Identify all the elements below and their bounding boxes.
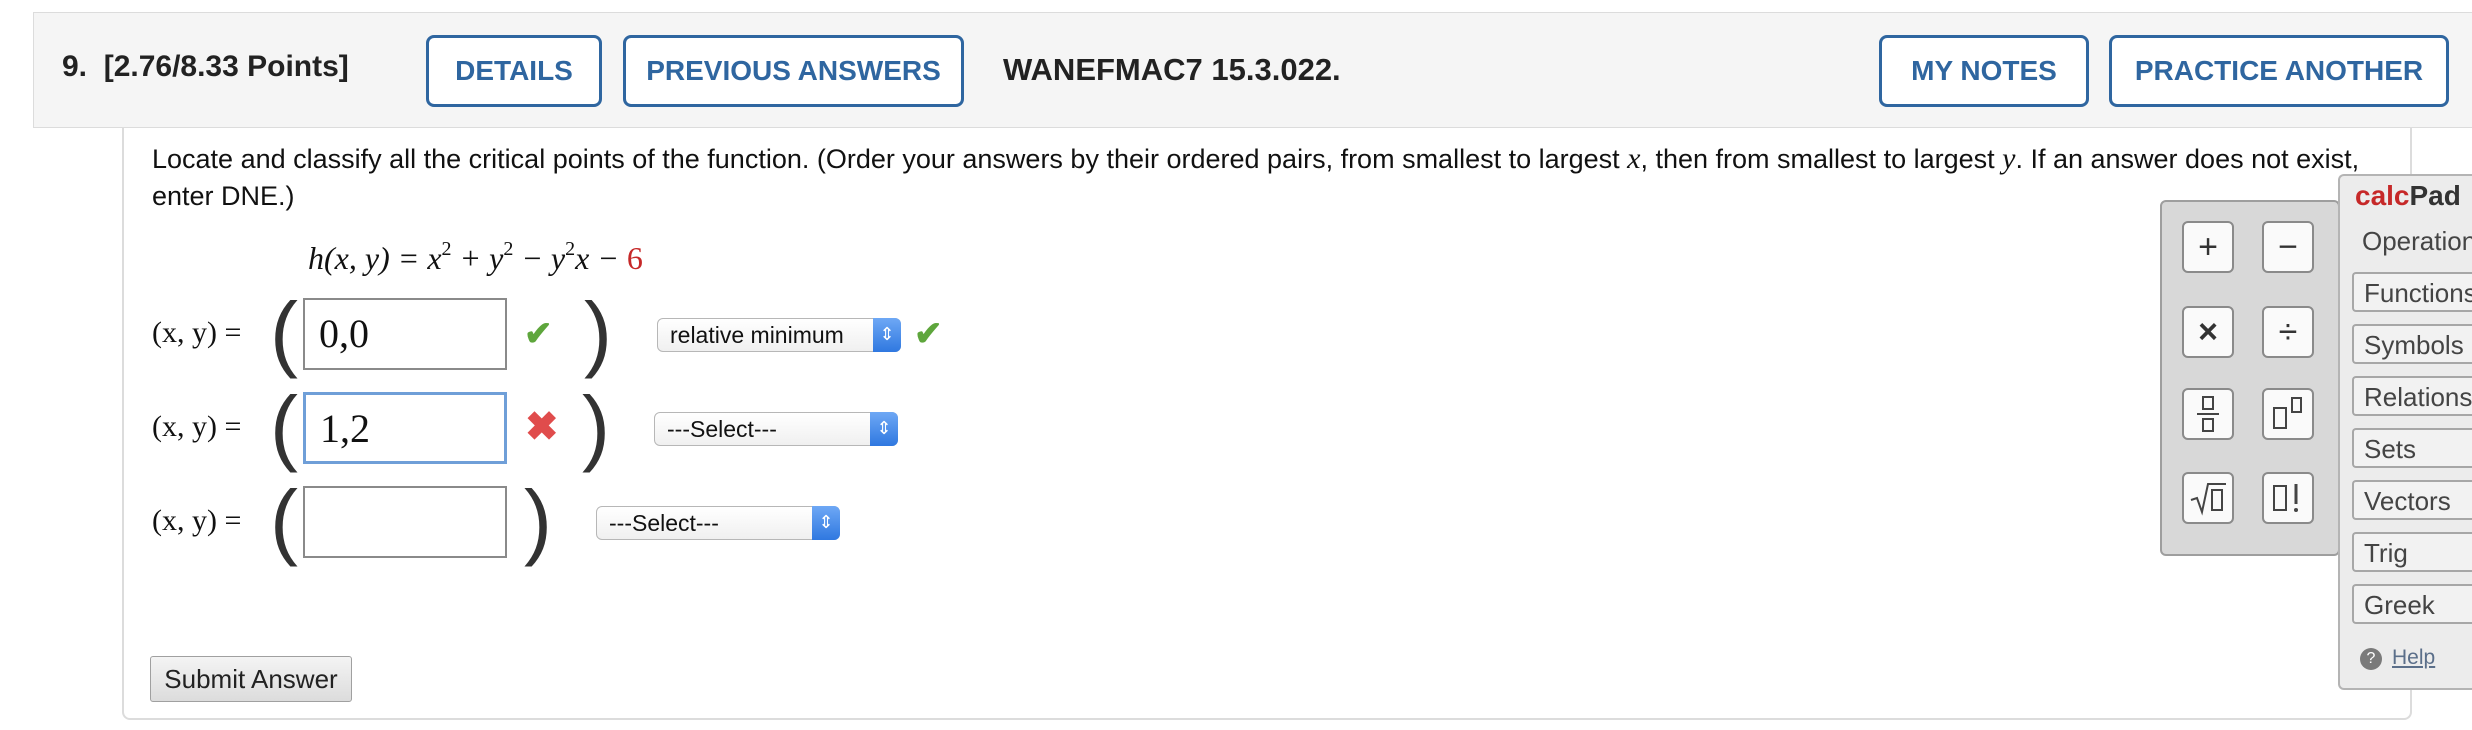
calcpad-title: calcPad bbox=[2355, 180, 2461, 211]
previous-answers-button[interactable]: PREVIOUS ANSWERS bbox=[623, 35, 964, 107]
question-prompt: Locate and classify all the critical poi… bbox=[152, 142, 2360, 211]
select-arrows-icon: ⇕ bbox=[873, 318, 901, 352]
classification-select[interactable]: relative minimum ⇕ bbox=[657, 318, 901, 352]
plus-button[interactable]: + bbox=[2182, 221, 2234, 273]
row-label: (x, y) = bbox=[152, 316, 242, 349]
classification-select[interactable]: ---Select--- ⇕ bbox=[596, 506, 840, 540]
points-label: [2.76/8.33 Points] bbox=[103, 50, 349, 83]
select-arrows-icon: ⇕ bbox=[870, 412, 898, 446]
power-button[interactable] bbox=[2262, 388, 2314, 440]
calcpad-category-functions[interactable]: Functions bbox=[2352, 272, 2472, 312]
calcpad-category-vectors[interactable]: Vectors bbox=[2352, 480, 2472, 520]
answer-input[interactable] bbox=[303, 486, 507, 558]
row-label: (x, y) = bbox=[152, 410, 242, 443]
help-link[interactable]: Help bbox=[2392, 646, 2435, 670]
sqrt-button[interactable] bbox=[2182, 472, 2234, 524]
calcpad-category-operations[interactable]: Operations bbox=[2352, 222, 2472, 262]
close-paren: ) bbox=[524, 473, 552, 567]
details-button[interactable]: DETAILS bbox=[426, 35, 602, 107]
power-icon bbox=[2273, 397, 2302, 429]
help-icon[interactable]: ? bbox=[2360, 648, 2382, 670]
open-paren: ( bbox=[270, 473, 298, 567]
function-formula: h(x, y) = x2 + y2 − y2x − 6 bbox=[308, 238, 643, 276]
factorial-button[interactable] bbox=[2262, 472, 2314, 524]
fraction-button[interactable] bbox=[2182, 388, 2234, 440]
calcpad-category-relations[interactable]: Relations bbox=[2352, 376, 2472, 416]
fraction-icon bbox=[2197, 396, 2219, 432]
minus-button[interactable]: − bbox=[2262, 221, 2314, 273]
formula-constant: 6 bbox=[626, 240, 643, 276]
submit-answer-button[interactable]: Submit Answer bbox=[150, 656, 352, 702]
sqrt-icon bbox=[2190, 483, 2226, 516]
close-paren: ) bbox=[582, 379, 610, 473]
divide-button[interactable]: ÷ bbox=[2262, 306, 2314, 358]
calcpad-category-trig[interactable]: Trig bbox=[2352, 532, 2472, 572]
question-number-and-points: 9. [2.76/8.33 Points] bbox=[62, 50, 349, 84]
close-paren: ) bbox=[584, 285, 612, 379]
my-notes-button[interactable]: MY NOTES bbox=[1879, 35, 2089, 107]
incorrect-x-icon: ✖ bbox=[525, 405, 559, 449]
row-label: (x, y) = bbox=[152, 504, 242, 537]
correct-check-icon: ✔ bbox=[914, 315, 943, 353]
calcpad-category-symbols[interactable]: Symbols bbox=[2352, 324, 2472, 364]
calcpad-category-sets[interactable]: Sets bbox=[2352, 428, 2472, 468]
answer-input[interactable]: 0,0 bbox=[303, 298, 507, 370]
open-paren: ( bbox=[270, 379, 298, 473]
answer-input[interactable]: 1,2 bbox=[303, 392, 507, 464]
multiply-button[interactable]: × bbox=[2182, 306, 2234, 358]
correct-check-icon: ✔ bbox=[524, 315, 553, 353]
select-arrows-icon: ⇕ bbox=[812, 506, 840, 540]
classification-select[interactable]: ---Select--- ⇕ bbox=[654, 412, 898, 446]
practice-another-button[interactable]: PRACTICE ANOTHER bbox=[2109, 35, 2449, 107]
factorial-icon bbox=[2273, 484, 2298, 512]
open-paren: ( bbox=[270, 285, 298, 379]
question-id: WANEFMAC7 15.3.022. bbox=[1003, 52, 1341, 87]
calcpad-category-greek[interactable]: Greek bbox=[2352, 584, 2472, 624]
question-number: 9. bbox=[62, 50, 88, 83]
